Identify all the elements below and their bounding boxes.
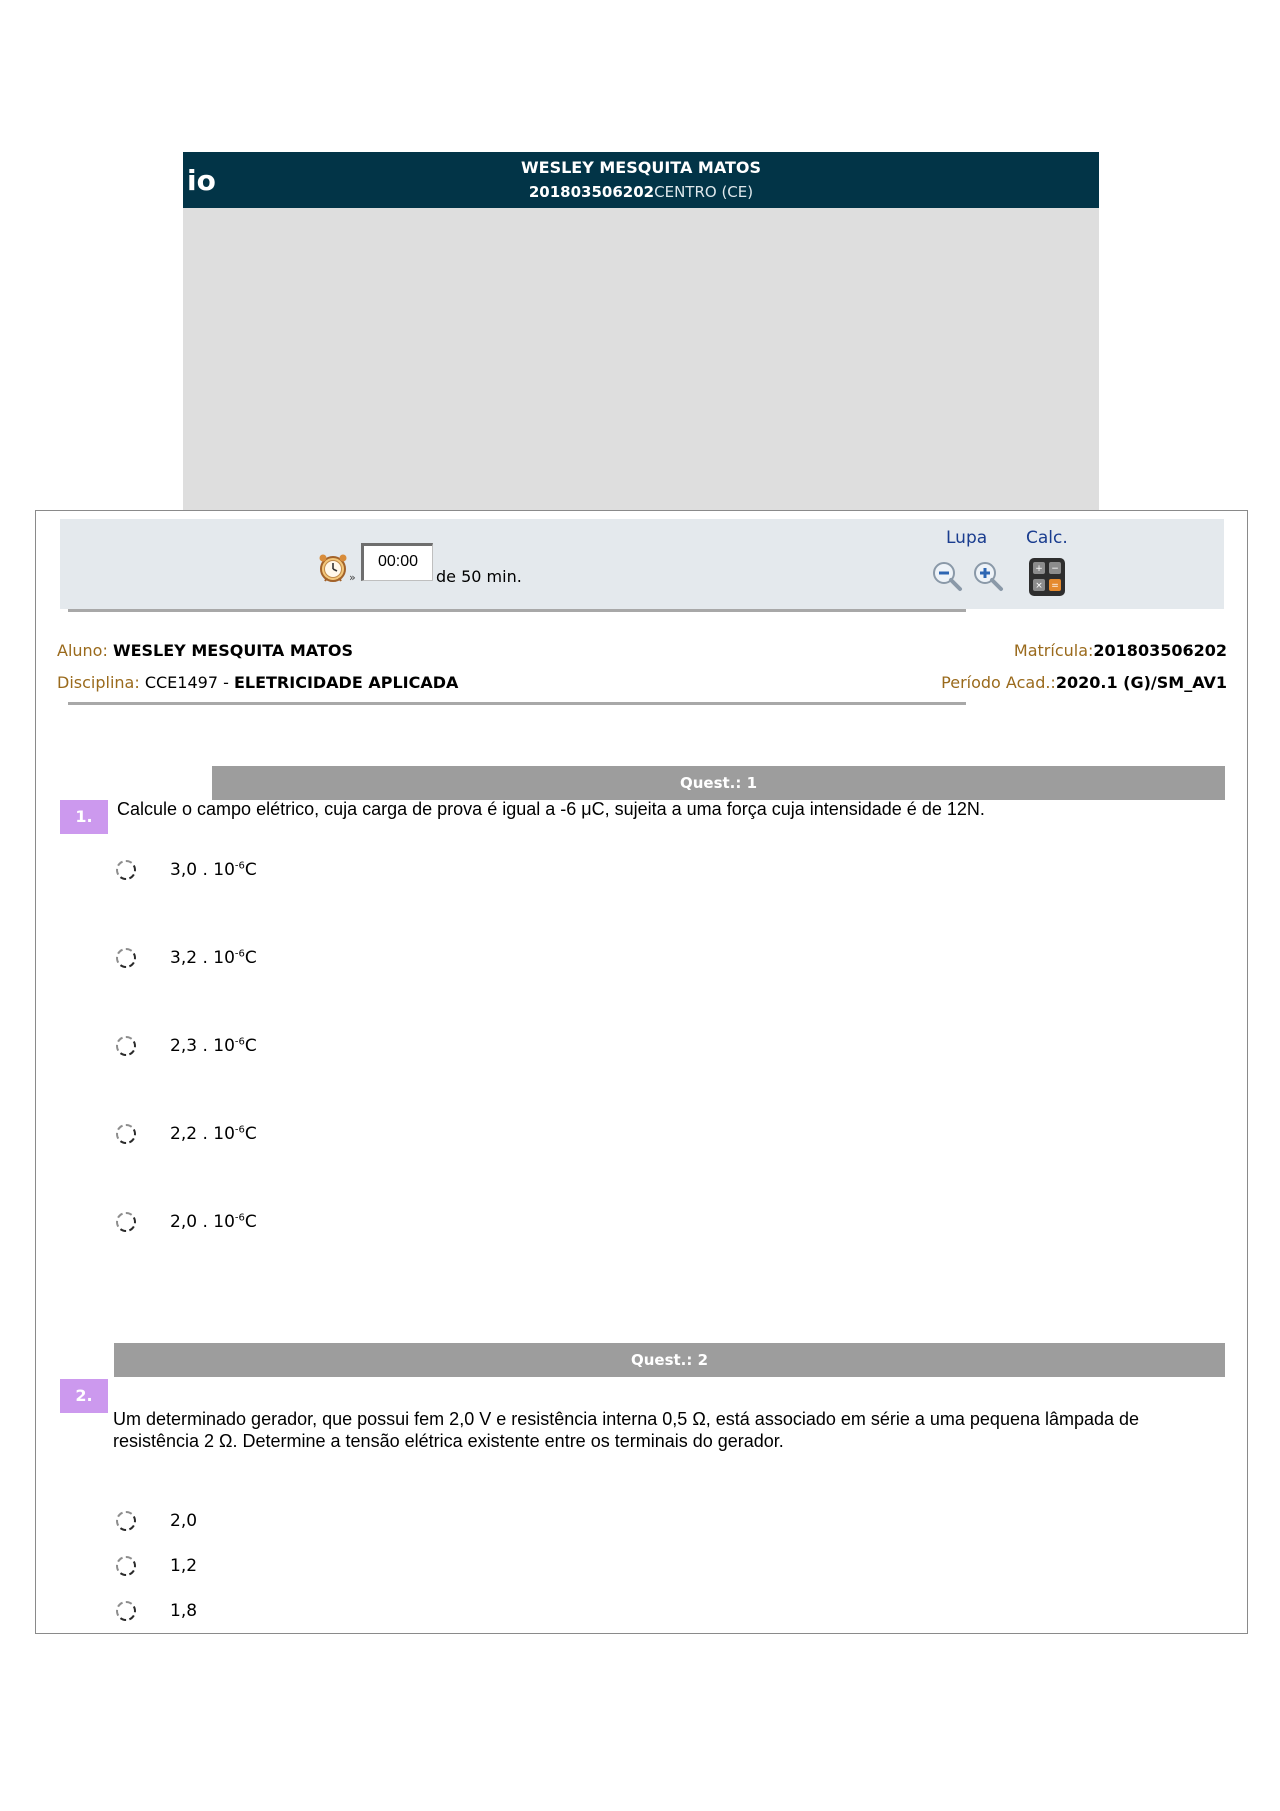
question-1-bar: Quest.: 1: [212, 766, 1225, 800]
option-label: 1,2: [170, 1556, 198, 1576]
timer-arrows: »: [349, 571, 356, 584]
svg-text:×: ×: [1035, 581, 1043, 591]
radio-button[interactable]: [116, 1124, 136, 1144]
radio-button[interactable]: [116, 1212, 136, 1232]
question-1-option-5[interactable]: 2,0 . 10-6C: [116, 1208, 257, 1236]
question-1-number: 1.: [60, 800, 108, 834]
radio-button[interactable]: [116, 1556, 136, 1576]
radio-button[interactable]: [116, 1601, 136, 1621]
option-label: 2,2 . 10-6C: [170, 1124, 257, 1144]
question-1-option-2[interactable]: 3,2 . 10-6C: [116, 944, 257, 972]
aluno-label: Aluno:: [57, 641, 108, 660]
option-label: 2,0: [170, 1511, 198, 1531]
radio-button[interactable]: [116, 1511, 136, 1531]
question-2-bar: Quest.: 2: [114, 1343, 1225, 1377]
zoom-out-icon[interactable]: [930, 559, 964, 593]
matricula-value: 201803506202: [1093, 641, 1227, 660]
disciplina-name: ELETRICIDADE APLICADA: [233, 673, 459, 692]
svg-text:+: +: [1035, 564, 1043, 574]
question-2-option-3[interactable]: 1,8: [116, 1597, 197, 1625]
matricula-label: Matrícula:: [1013, 641, 1094, 660]
disciplina-label: Disciplina:: [57, 673, 140, 692]
calculator-icon[interactable]: + − × =: [1028, 557, 1066, 597]
question-2-option-2[interactable]: 1,2: [116, 1552, 197, 1580]
svg-text:=: =: [1051, 581, 1059, 591]
calc-label: Calc.: [1026, 528, 1068, 548]
exam-frame: » 00:00 de 50 min. Lupa Calc. + − × = Al…: [35, 510, 1248, 1634]
header-student-id: 201803506202: [528, 183, 655, 201]
question-2-option-1[interactable]: 2,0: [116, 1507, 197, 1535]
disciplina-code: CCE1497 -: [144, 673, 229, 692]
periodo-row: Período Acad.:2020.1 (G)/SM_AV1: [941, 673, 1227, 692]
student-header: io WESLEY MESQUITA MATOS 201803506202CEN…: [183, 152, 1099, 208]
option-label: 3,0 . 10-6C: [170, 860, 257, 880]
radio-button[interactable]: [116, 1036, 136, 1056]
lupa-label: Lupa: [946, 528, 988, 548]
timer-suffix: de 50 min.: [436, 567, 522, 586]
radio-button[interactable]: [116, 860, 136, 880]
matricula-row: Matrícula:201803506202: [1014, 641, 1227, 660]
svg-text:−: −: [1051, 564, 1059, 574]
option-label: 2,3 . 10-6C: [170, 1036, 257, 1056]
header-student-meta: 201803506202CENTRO (CE): [183, 183, 1099, 201]
divider: [68, 609, 966, 612]
periodo-label: Período Acad.:: [941, 673, 1056, 692]
aluno-row: Aluno: WESLEY MESQUITA MATOS: [57, 641, 353, 660]
radio-button[interactable]: [116, 948, 136, 968]
disciplina-row: Disciplina: CCE1497 - ELETRICIDADE APLIC…: [57, 673, 458, 692]
divider: [68, 702, 966, 705]
question-1-text: Calcule o campo elétrico, cuja carga de …: [117, 799, 985, 819]
option-label: 3,2 . 10-6C: [170, 948, 257, 968]
option-label: 2,0 . 10-6C: [170, 1212, 257, 1232]
gray-panel: [183, 208, 1099, 511]
periodo-value: 2020.1 (G)/SM_AV1: [1055, 673, 1227, 692]
option-label: 1,8: [170, 1601, 198, 1621]
question-1-option-1[interactable]: 3,0 . 10-6C: [116, 856, 257, 884]
alarm-clock-icon: [319, 554, 347, 582]
question-2-number: 2.: [60, 1379, 108, 1413]
zoom-in-icon[interactable]: [971, 559, 1005, 593]
question-1-option-4[interactable]: 2,2 . 10-6C: [116, 1120, 257, 1148]
question-1-option-3[interactable]: 2,3 . 10-6C: [116, 1032, 257, 1060]
exam-toolbar: » 00:00 de 50 min. Lupa Calc. + − × =: [60, 519, 1224, 609]
header-campus: CENTRO (CE): [654, 183, 754, 201]
timer-display: 00:00: [361, 543, 433, 581]
aluno-value: WESLEY MESQUITA MATOS: [112, 641, 353, 660]
question-2-text: Um determinado gerador, que possui fem 2…: [113, 1409, 1140, 1451]
header-student-name: WESLEY MESQUITA MATOS: [520, 158, 762, 177]
